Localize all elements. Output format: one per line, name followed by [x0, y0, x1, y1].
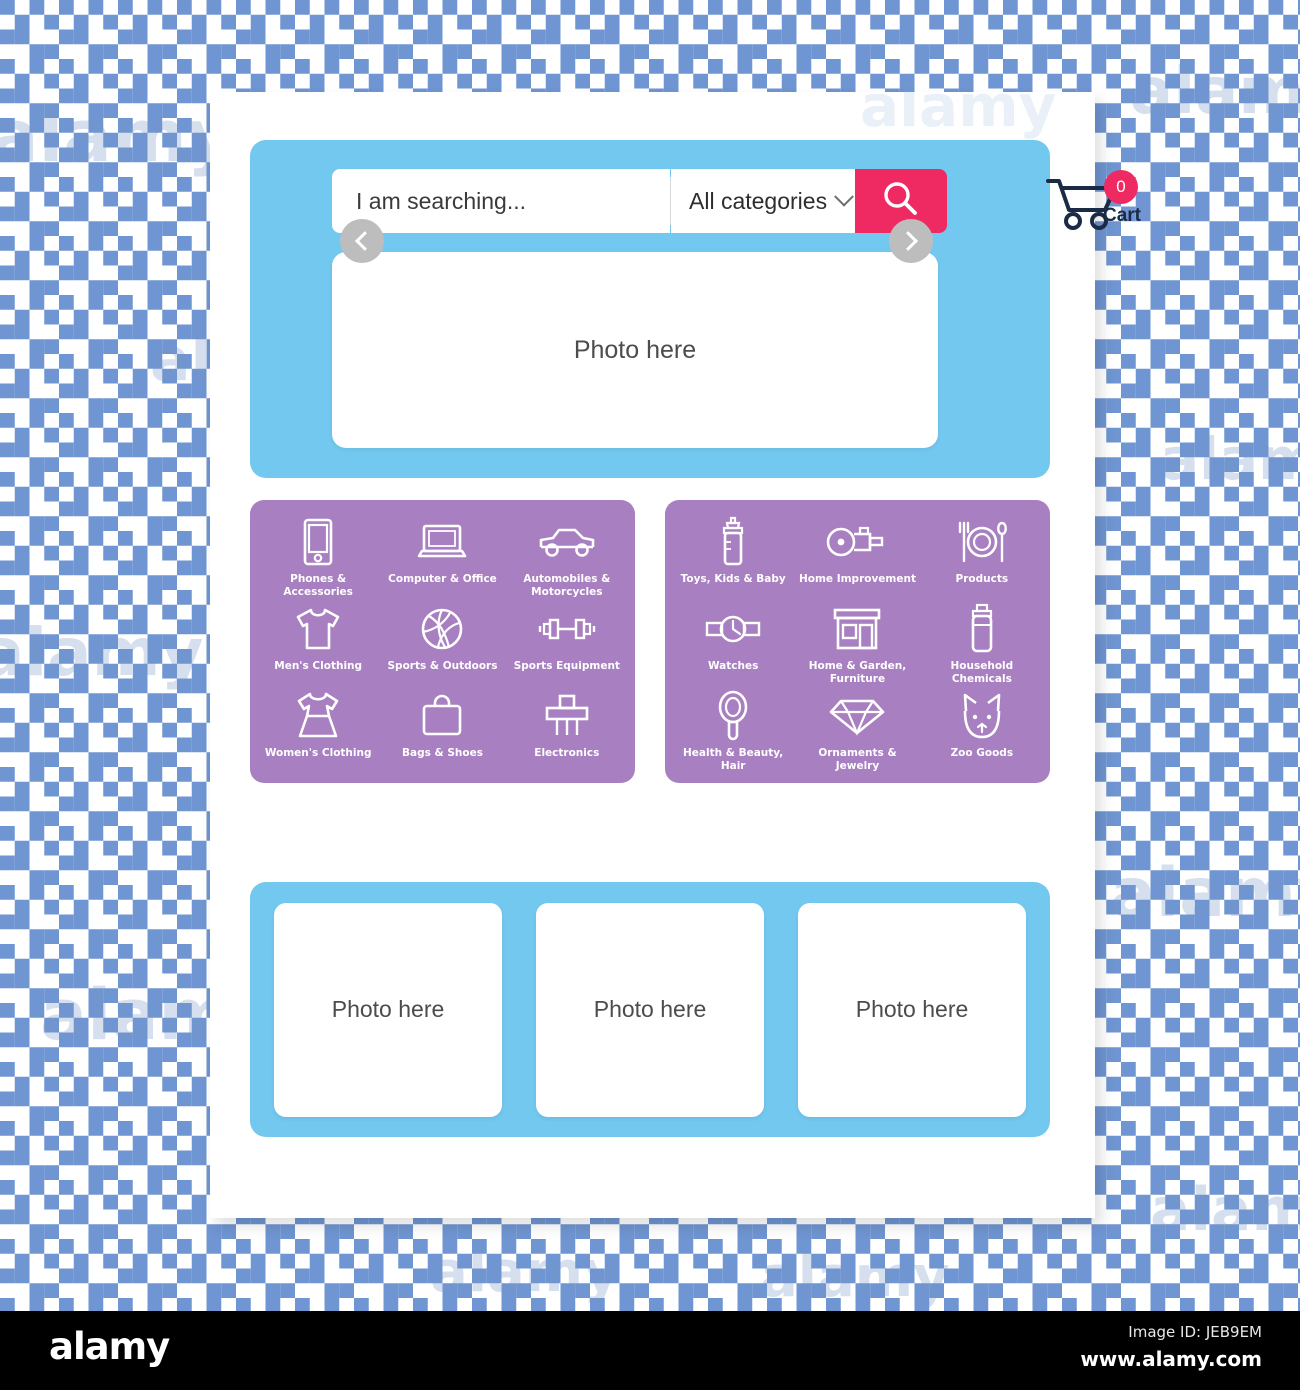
category-label: Sports & Outdoors [387, 660, 498, 672]
category-label: Bags & Shoes [402, 747, 483, 759]
background-watermark: alamy [0, 614, 204, 691]
category-label: Sports Equipment [513, 660, 620, 672]
category-label: Home & Garden, Furniture [808, 660, 907, 685]
smartphone-icon [300, 516, 336, 568]
background-watermark: alamy [1160, 425, 1300, 493]
storefront-icon [830, 603, 884, 655]
category-label: Products [955, 573, 1009, 585]
wristwatch-icon [702, 603, 764, 655]
car-icon [537, 516, 597, 568]
cart-button[interactable]: 0 Cart [1045, 170, 1145, 234]
category-item-toys-kids-baby[interactable]: Toys, Kids & Baby [671, 512, 795, 599]
category-panel-right: Toys, Kids & Baby Home Improvement Produ… [665, 500, 1050, 783]
spray-bottle-icon [965, 603, 999, 655]
dress-icon [292, 690, 344, 742]
laptop-icon [415, 516, 469, 568]
ball-of-yarn-icon [419, 603, 465, 655]
category-item-sports-outdoors[interactable]: Sports & Outdoors [380, 599, 504, 686]
screenshot-root: alamy alamy alamy alamy alamy alamy alam… [0, 0, 1300, 1390]
category-item-zoo-goods[interactable]: Zoo Goods [920, 686, 1044, 773]
plate-cutlery-icon [952, 516, 1012, 568]
carousel-next-button[interactable] [889, 219, 933, 263]
category-item-bags-shoes[interactable]: Bags & Shoes [380, 686, 504, 773]
category-item-home-improvement[interactable]: Home Improvement [795, 512, 919, 599]
category-item-household-chemicals[interactable]: Household Chemicals [920, 599, 1044, 686]
hero-carousel[interactable]: Photo here [332, 252, 938, 448]
background-watermark: alamy [760, 1245, 950, 1310]
promo-card-text: Photo here [331, 996, 445, 1022]
category-item-home-garden-furniture[interactable]: Home & Garden, Furniture [795, 599, 919, 686]
promo-panel: Photo here Photo here Photo here [250, 882, 1050, 1137]
category-label: Household Chemicals [950, 660, 1014, 685]
promo-card[interactable]: Photo here [536, 902, 764, 1117]
cat-face-icon [957, 690, 1007, 742]
category-label: Health & Beauty, Hair [683, 747, 784, 772]
category-item-computer-office[interactable]: Computer & Office [380, 512, 504, 599]
category-item-womens-clothing[interactable]: Women's Clothing [256, 686, 380, 773]
image-id-text: Image ID: JEB9EM [1128, 1323, 1262, 1341]
carousel-placeholder-text: Photo here [573, 335, 697, 364]
page-card: alamy alamy alamy All categories [210, 77, 1141, 1218]
header-panel: All categories [250, 140, 1141, 478]
dumbbell-icon [537, 603, 597, 655]
background-watermark: alamy [430, 1240, 620, 1305]
category-item-phones-accessories[interactable]: Phones & Accessories [256, 512, 380, 599]
category-label: Men's Clothing [274, 660, 363, 672]
cart-label: Cart [1103, 205, 1142, 226]
category-label: Toys, Kids & Baby [680, 573, 786, 585]
cart-count-badge: 0 [1104, 170, 1138, 204]
chevron-down-icon [834, 186, 854, 207]
promo-card[interactable]: Photo here [274, 902, 502, 1117]
category-label: Phones & Accessories [283, 573, 353, 598]
chevron-right-icon [898, 231, 919, 251]
briefcase-icon [418, 690, 466, 742]
category-item-electronics[interactable]: Electronics [505, 686, 629, 773]
chevron-left-icon [354, 231, 375, 251]
hand-mirror-icon [715, 690, 751, 742]
category-item-mens-clothing[interactable]: Men's Clothing [256, 599, 380, 686]
category-dropdown[interactable]: All categories [671, 169, 855, 233]
category-item-watches[interactable]: Watches [671, 599, 795, 686]
category-item-products[interactable]: Products [920, 512, 1044, 599]
category-item-sports-equipment[interactable]: Sports Equipment [505, 599, 629, 686]
category-label: Home Improvement [798, 573, 916, 585]
background-watermark: alamy [0, 94, 234, 178]
promo-card-text: Photo here [593, 996, 707, 1022]
page-watermark: alamy [860, 72, 1057, 140]
search-icon [879, 178, 923, 225]
carousel-prev-button[interactable] [340, 219, 384, 263]
promo-card-text: Photo here [855, 996, 969, 1022]
diamond-icon [829, 690, 885, 742]
search-input[interactable] [356, 187, 670, 215]
alamy-logo: alamy [49, 1325, 170, 1368]
power-tool-icon [826, 516, 888, 568]
category-item-ornaments-jewelry[interactable]: Ornaments & Jewelry [795, 686, 919, 773]
category-panel-left: Phones & Accessories Computer & Office A… [250, 500, 635, 783]
category-dropdown-label: All categories [689, 187, 828, 214]
category-label: Zoo Goods [950, 747, 1014, 759]
category-label: Computer & Office [388, 573, 497, 585]
search-input-container[interactable] [332, 169, 670, 233]
category-label: Ornaments & Jewelry [818, 747, 897, 772]
background-watermark: alamy [1130, 55, 1300, 129]
category-item-health-beauty-hair[interactable]: Health & Beauty, Hair [671, 686, 795, 773]
alamy-footer-bar: alamy Image ID: JEB9EM www.alamy.com [0, 1311, 1300, 1390]
category-label: Automobiles & Motorcycles [523, 573, 611, 598]
alamy-url-text: www.alamy.com [1080, 1347, 1262, 1371]
shredder-icon [543, 690, 591, 742]
category-item-automobiles-motorcycles[interactable]: Automobiles & Motorcycles [505, 512, 629, 599]
category-label: Watches [707, 660, 759, 672]
category-label: Electronics [534, 747, 600, 759]
tshirt-icon [292, 603, 344, 655]
category-label: Women's Clothing [264, 747, 372, 759]
baby-bottle-icon [716, 516, 750, 568]
background-watermark: alamy [1150, 1175, 1300, 1245]
background-watermark: alamy [1110, 854, 1300, 933]
search-bar: All categories [332, 169, 1038, 233]
promo-card[interactable]: Photo here [798, 902, 1026, 1117]
